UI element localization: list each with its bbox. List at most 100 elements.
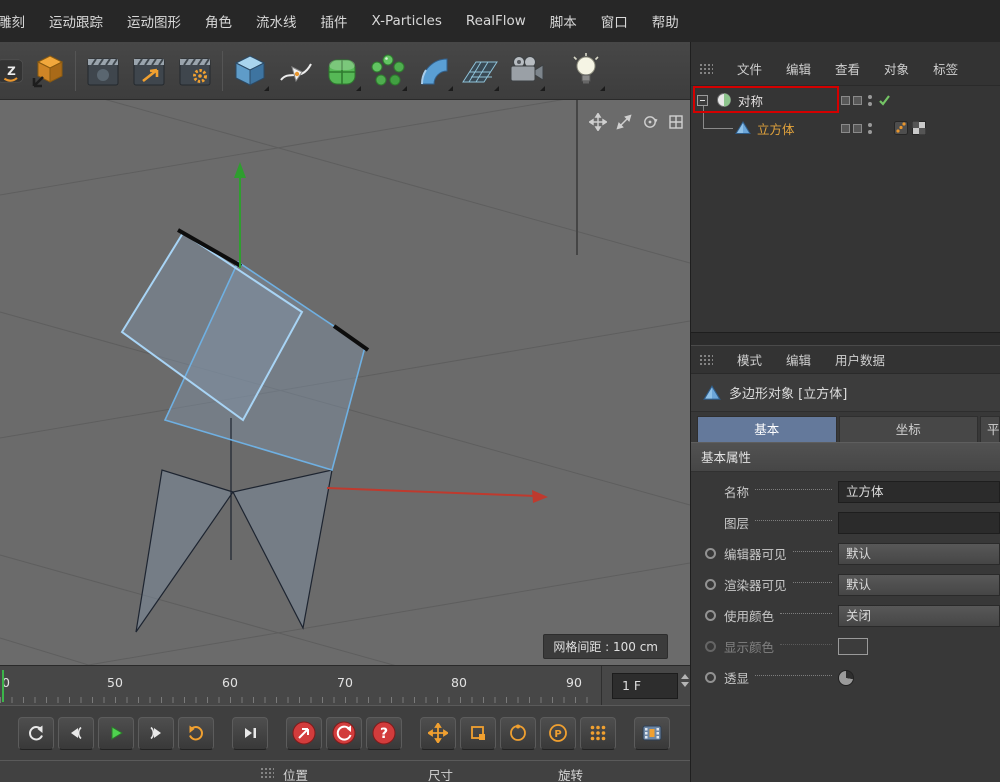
xray-label: 透显 bbox=[724, 668, 749, 687]
spinner-down-icon[interactable] bbox=[681, 682, 689, 687]
xray-value bbox=[838, 667, 1000, 689]
undo-icon[interactable]: Z bbox=[0, 47, 24, 95]
view-toggle-icon[interactable] bbox=[666, 112, 686, 132]
menu-xparticles[interactable]: X-Particles bbox=[360, 13, 454, 29]
record-objects-button[interactable] bbox=[286, 717, 322, 750]
autokey-button[interactable] bbox=[326, 717, 362, 750]
cube-primitive-icon[interactable] bbox=[228, 47, 272, 95]
key-pla-button[interactable] bbox=[580, 717, 616, 750]
visibility-dots[interactable] bbox=[868, 95, 872, 106]
prev-key-button[interactable] bbox=[58, 717, 94, 750]
visibility-dots[interactable] bbox=[868, 123, 872, 134]
next-key-button[interactable] bbox=[138, 717, 174, 750]
camera-icon[interactable] bbox=[504, 47, 548, 95]
object-name-symmetry[interactable]: 对称 bbox=[738, 91, 763, 110]
pen-spline-icon[interactable] bbox=[274, 47, 318, 95]
floor-grid-icon[interactable] bbox=[458, 47, 502, 95]
object-name-cube[interactable]: 立方体 bbox=[757, 119, 795, 138]
key-position-button[interactable] bbox=[420, 717, 456, 750]
film-solo-button[interactable] bbox=[634, 717, 670, 750]
layer-input[interactable] bbox=[838, 512, 1000, 534]
tab-basic[interactable]: 基本 bbox=[697, 416, 837, 442]
render-view-icon[interactable] bbox=[81, 47, 125, 95]
name-input[interactable]: 立方体 bbox=[838, 481, 1000, 503]
visibility-editor-toggle[interactable] bbox=[841, 124, 850, 133]
basic-properties-header: 基本属性 bbox=[691, 442, 1000, 472]
axis-cube-icon[interactable] bbox=[26, 47, 70, 95]
array-icon[interactable] bbox=[366, 47, 410, 95]
current-frame-field[interactable]: 1 F bbox=[612, 673, 678, 699]
spinner-up-icon[interactable] bbox=[681, 674, 689, 679]
goto-start-button[interactable] bbox=[18, 717, 54, 750]
xray-toggle-icon[interactable] bbox=[838, 670, 854, 686]
collapse-icon[interactable] bbox=[697, 95, 708, 106]
menu-help[interactable]: 帮助 bbox=[640, 11, 691, 31]
svg-text:?: ? bbox=[380, 726, 388, 742]
om-menu-view[interactable]: 查看 bbox=[835, 59, 860, 78]
render-settings-icon[interactable] bbox=[173, 47, 217, 95]
render-picture-viewer-icon[interactable] bbox=[127, 47, 171, 95]
menu-realflow[interactable]: RealFlow bbox=[454, 13, 538, 29]
menu-script[interactable]: 脚本 bbox=[538, 11, 589, 31]
menu-window[interactable]: 窗口 bbox=[589, 11, 640, 31]
render-visibility-dropdown[interactable]: 默认 bbox=[838, 574, 1000, 596]
key-help-button[interactable]: ? bbox=[366, 717, 402, 750]
phong-tag-icon[interactable] bbox=[894, 121, 908, 135]
deformer-icon[interactable] bbox=[412, 47, 456, 95]
object-row-cube[interactable]: 立方体 bbox=[691, 114, 1000, 142]
dotted-leader bbox=[755, 675, 832, 676]
om-menu-file[interactable]: 文件 bbox=[737, 59, 762, 78]
menu-sculpt[interactable]: 雕刻 bbox=[0, 11, 37, 31]
editor-visibility-dropdown[interactable]: 默认 bbox=[838, 543, 1000, 565]
am-menu-edit[interactable]: 编辑 bbox=[786, 350, 811, 369]
playhead[interactable] bbox=[2, 670, 4, 702]
key-parameter-button[interactable]: P bbox=[540, 717, 576, 750]
tab-coordinates[interactable]: 坐标 bbox=[839, 416, 979, 442]
panel-grip-icon[interactable] bbox=[260, 767, 274, 779]
dolly-icon[interactable] bbox=[614, 112, 634, 132]
timeline-ruler[interactable]: 0 50 60 70 80 90 1 F bbox=[0, 665, 690, 705]
om-menu-edit[interactable]: 编辑 bbox=[786, 59, 811, 78]
key-rotation-button[interactable] bbox=[500, 717, 536, 750]
menu-plugins[interactable]: 插件 bbox=[309, 11, 360, 31]
object-row-symmetry[interactable]: 对称 bbox=[691, 86, 1000, 114]
loop-button[interactable] bbox=[178, 717, 214, 750]
enabled-check-icon[interactable] bbox=[878, 94, 891, 107]
panel-grip-icon[interactable] bbox=[699, 63, 713, 75]
animation-toolbar: ? P bbox=[0, 705, 690, 760]
object-manager-tree[interactable]: 对称 立方体 bbox=[691, 86, 1000, 332]
keyframe-dot[interactable] bbox=[705, 610, 716, 621]
menu-pipeline[interactable]: 流水线 bbox=[244, 11, 309, 31]
keyframe-dot[interactable] bbox=[705, 672, 716, 683]
panel-grip-icon[interactable] bbox=[699, 354, 713, 366]
dotted-leader bbox=[780, 644, 832, 645]
am-menu-userdata[interactable]: 用户数据 bbox=[835, 350, 885, 369]
orbit-icon[interactable] bbox=[640, 112, 660, 132]
object-title-text: 多边形对象 [立方体] bbox=[729, 383, 847, 402]
keyframe-dot[interactable] bbox=[705, 579, 716, 590]
visibility-render-toggle[interactable] bbox=[853, 96, 862, 105]
goto-end-button[interactable] bbox=[232, 717, 268, 750]
display-color-swatch[interactable] bbox=[838, 638, 868, 655]
menu-character[interactable]: 角色 bbox=[193, 11, 244, 31]
om-menu-tags[interactable]: 标签 bbox=[933, 59, 958, 78]
frame-spinner[interactable] bbox=[681, 674, 689, 687]
keyframe-dot[interactable] bbox=[705, 641, 716, 652]
keyframe-dot[interactable] bbox=[705, 548, 716, 559]
subdivision-surface-icon[interactable] bbox=[320, 47, 364, 95]
om-menu-object[interactable]: 对象 bbox=[884, 59, 909, 78]
uvw-tag-icon[interactable] bbox=[912, 121, 926, 135]
menu-motion-tracker[interactable]: 运动跟踪 bbox=[37, 11, 115, 31]
use-color-dropdown[interactable]: 关闭 bbox=[838, 605, 1000, 627]
object-manager-menu: 文件 编辑 查看 对象 标签 bbox=[691, 42, 1000, 86]
pan-icon[interactable] bbox=[588, 112, 608, 132]
viewport-3d[interactable]: 网格间距 : 100 cm bbox=[0, 100, 690, 665]
light-icon[interactable] bbox=[564, 47, 608, 95]
tab-phong[interactable]: 平 bbox=[980, 416, 1000, 442]
visibility-render-toggle[interactable] bbox=[853, 124, 862, 133]
am-menu-mode[interactable]: 模式 bbox=[737, 350, 762, 369]
key-scale-button[interactable] bbox=[460, 717, 496, 750]
visibility-editor-toggle[interactable] bbox=[841, 96, 850, 105]
menu-mograph[interactable]: 运动图形 bbox=[115, 11, 193, 31]
play-button[interactable] bbox=[98, 717, 134, 750]
